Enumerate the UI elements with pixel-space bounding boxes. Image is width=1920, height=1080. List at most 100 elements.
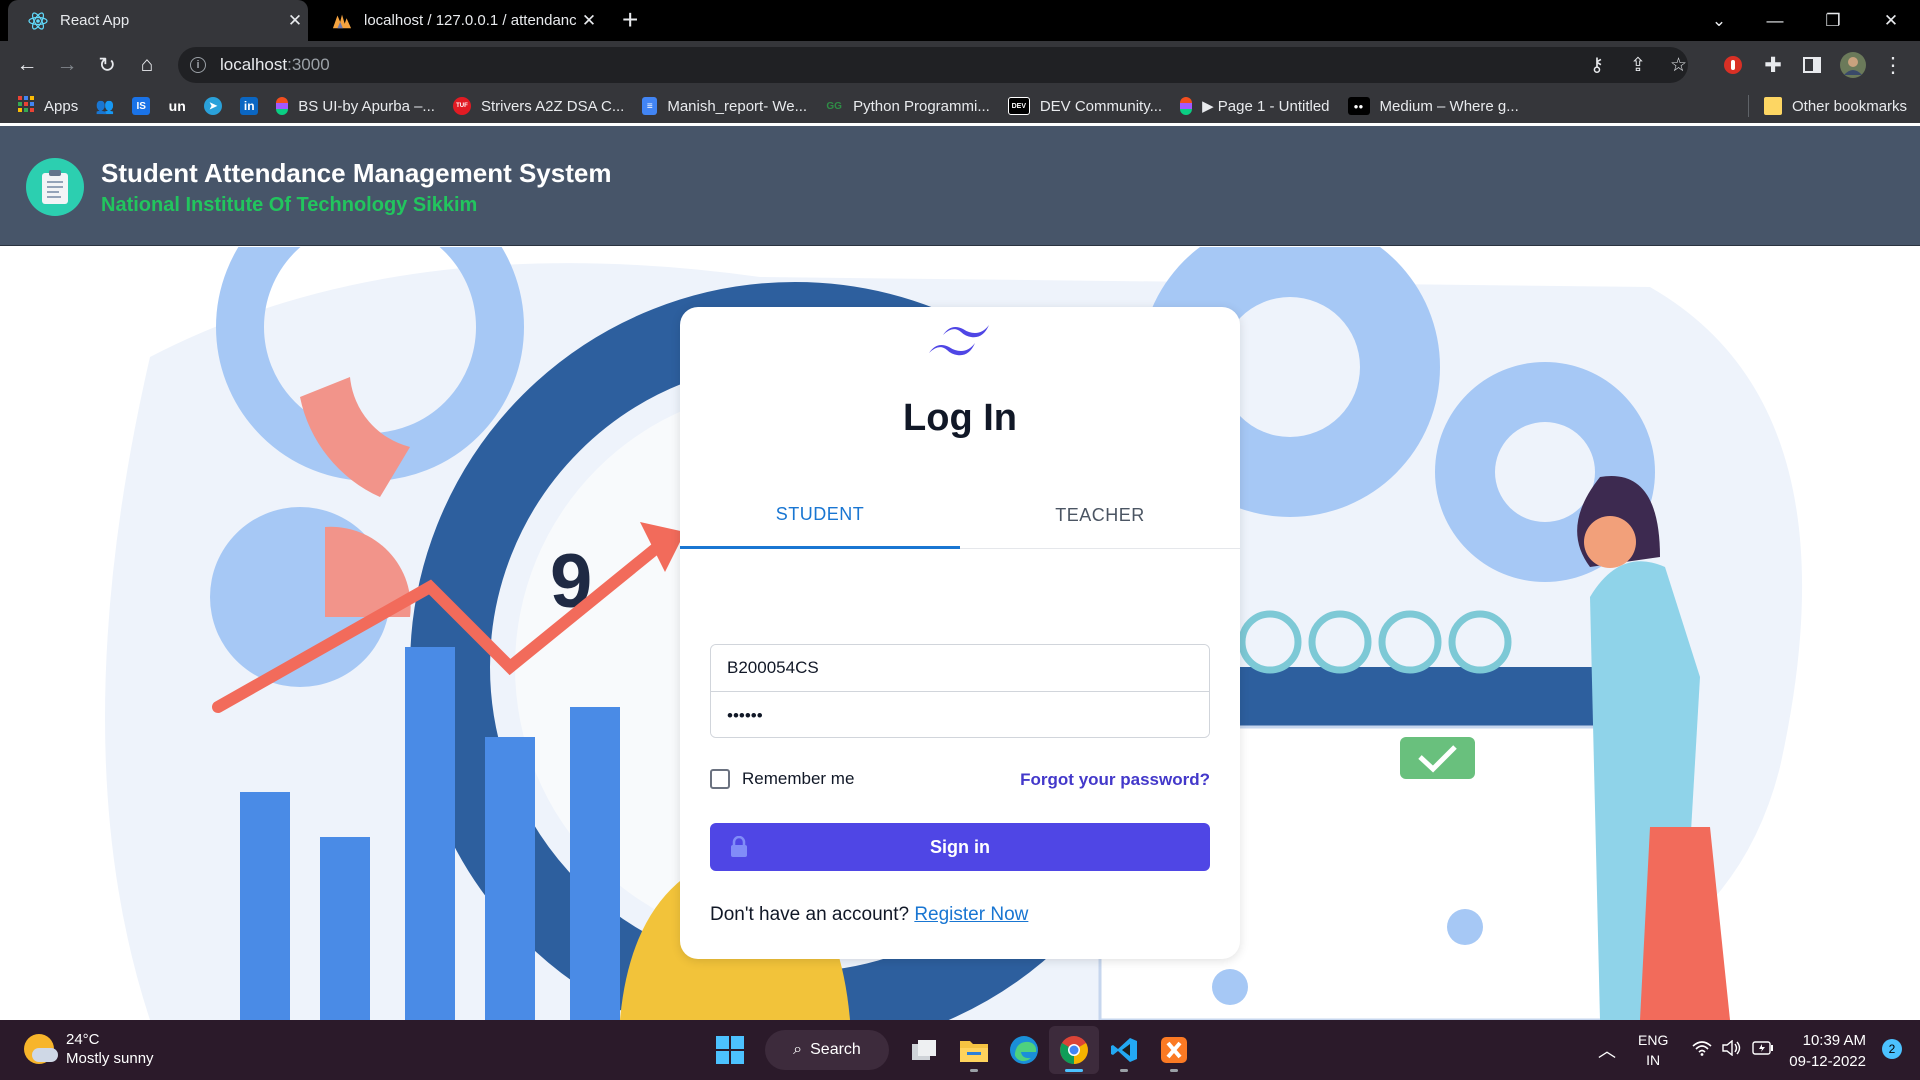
bookmark-label: ▶ Page 1 - Untitled (1202, 98, 1330, 115)
xampp-icon[interactable] (1149, 1026, 1199, 1074)
username-input[interactable] (711, 645, 1209, 692)
edge-browser-icon[interactable] (999, 1026, 1049, 1074)
share-icon[interactable]: ⇪ (1630, 47, 1646, 83)
browser-tab-react-app[interactable]: React App ✕ (8, 0, 308, 41)
close-tab-icon[interactable]: ✕ (576, 11, 602, 31)
url-text[interactable]: localhost:3000 (220, 55, 330, 75)
people-icon: 👥 (95, 98, 115, 115)
tab-teacher[interactable]: TEACHER (960, 482, 1240, 549)
search-label: Search (810, 1041, 861, 1058)
password-key-icon[interactable]: ⚷ (1590, 47, 1604, 83)
bookmark-star-icon[interactable]: ☆ (1670, 47, 1687, 83)
bookmark-label: BS UI-by Apurba –... (298, 97, 435, 115)
clock-date: 09-12-2022 (1789, 1053, 1866, 1070)
notification-badge[interactable]: 2 (1882, 1039, 1902, 1059)
task-view-icon[interactable] (899, 1026, 949, 1074)
chrome-menu-icon[interactable]: ⋮ (1878, 51, 1908, 79)
bookmark-telegram[interactable]: ➤ (204, 97, 223, 115)
bookmark-strivers[interactable]: TUF Strivers A2Z DSA C... (452, 97, 625, 115)
search-icon: ⌕ (793, 1041, 803, 1058)
bookmark-bs-ui[interactable]: BS UI-by Apurba –... (276, 97, 435, 115)
remember-me-label: Remember me (742, 769, 855, 788)
clock[interactable]: 10:39 AM 09-12-2022 (1789, 1030, 1866, 1072)
minimize-button[interactable]: — (1746, 0, 1804, 41)
system-tray: ︿ ENG IN (1598, 1020, 1774, 1080)
bookmark-label: Manish_report- We... (667, 97, 808, 115)
bookmark-people[interactable]: 👥 (95, 97, 115, 115)
back-arrow-icon[interactable]: ← (12, 51, 42, 79)
chrome-icon[interactable] (1049, 1026, 1099, 1074)
apps-grid-icon (18, 96, 34, 116)
side-panel-icon[interactable] (1797, 51, 1827, 79)
register-prompt: Don't have an account? Register Now (710, 904, 1029, 925)
bookmark-manish-report[interactable]: ≡ Manish_report- We... (642, 97, 807, 115)
weather-condition: Mostly sunny (66, 1050, 154, 1067)
partly-sunny-icon (24, 1034, 58, 1064)
tuf-icon: TUF (452, 97, 471, 115)
browser-tab-phpmyadmin[interactable]: localhost / 127.0.0.1 / attendance ✕ (312, 0, 602, 41)
site-info-icon[interactable]: i (190, 57, 206, 73)
battery-icon[interactable] (1752, 1041, 1774, 1059)
bookmark-un[interactable]: un (168, 97, 186, 115)
bookmark-figma-page[interactable]: ▶ Page 1 - Untitled (1180, 97, 1330, 115)
browser-tab-strip: React App ✕ localhost / 127.0.0.1 / atte… (0, 0, 1920, 41)
bookmark-linkedin[interactable]: in (240, 97, 259, 115)
un-icon: un (168, 98, 186, 114)
file-explorer-icon[interactable] (949, 1026, 999, 1074)
bookmark-apps[interactable]: Apps (18, 96, 78, 116)
bookmark-other[interactable]: Other bookmarks (1764, 97, 1907, 115)
login-card: Log In STUDENT TEACHER Remember me Forgo… (680, 307, 1240, 959)
bookmark-label: Strivers A2Z DSA C... (480, 97, 625, 115)
home-icon[interactable]: ⌂ (132, 51, 162, 79)
vscode-icon[interactable] (1099, 1026, 1149, 1074)
phpmyadmin-icon (332, 11, 352, 31)
bookmark-label: Apps (44, 97, 79, 115)
role-tabs: STUDENT TEACHER (680, 482, 1240, 549)
extensions-puzzle-icon[interactable]: ✚ (1758, 51, 1788, 79)
medium-icon: ●● (1347, 97, 1370, 115)
bookmarks-bar: Apps 👥 IS un ➤ in BS UI-by Apurba –... T… (0, 89, 1920, 123)
volume-icon[interactable] (1722, 1039, 1742, 1060)
bookmark-dev[interactable]: DEV DEV Community... (1007, 97, 1163, 115)
start-windows-icon[interactable] (705, 1026, 755, 1074)
register-now-link[interactable]: Register Now (914, 904, 1028, 925)
address-bar[interactable]: i localhost:3000 (178, 47, 1688, 83)
login-heading: Log In (903, 397, 1017, 439)
bookmark-medium[interactable]: ●● Medium – Where g... (1347, 97, 1519, 115)
remember-me[interactable]: Remember me (710, 769, 854, 789)
wifi-icon[interactable] (1692, 1040, 1712, 1060)
new-tab-button[interactable]: + (622, 6, 638, 34)
bookmark-is[interactable]: IS (132, 97, 151, 115)
bookmark-python[interactable]: GG Python Programmi... (825, 97, 990, 115)
sign-in-button[interactable]: Sign in (710, 823, 1210, 871)
gfg-icon: GG (826, 100, 842, 112)
restore-button[interactable]: ❐ (1804, 0, 1862, 41)
password-input[interactable] (711, 692, 1209, 737)
taskbar-apps: ⌕ Search (705, 1026, 1199, 1074)
bookmark-label: Medium – Where g... (1379, 97, 1519, 115)
clock-time: 10:39 AM (1802, 1032, 1866, 1049)
reload-icon[interactable]: ↻ (92, 51, 122, 79)
close-tab-icon[interactable]: ✕ (282, 11, 308, 31)
browser-toolbar: ← → ↻ ⌂ i localhost:3000 ⚷ ⇪ ☆ ✚ ⋮ (0, 41, 1920, 89)
forward-arrow-icon[interactable]: → (52, 51, 82, 79)
bookmark-label: Python Programmi... (853, 97, 990, 115)
tray-chevron-up-icon[interactable]: ︿ (1598, 1037, 1616, 1063)
dev-icon: DEV (1007, 97, 1030, 115)
language-indicator[interactable]: ENG IN (1638, 1030, 1668, 1070)
bookmark-divider (1748, 95, 1749, 117)
app-subtitle: National Institute Of Technology Sikkim (101, 194, 478, 216)
profile-avatar[interactable] (1838, 51, 1868, 79)
extension-red-icon[interactable] (1718, 51, 1748, 79)
figma-icon (276, 97, 289, 115)
telegram-icon: ➤ (204, 97, 223, 115)
remember-me-checkbox[interactable] (710, 769, 730, 789)
forgot-password-link[interactable]: Forgot your password? (1020, 770, 1210, 790)
close-window-button[interactable]: ✕ (1862, 0, 1920, 41)
taskbar-search[interactable]: ⌕ Search (765, 1030, 889, 1070)
weather-widget[interactable]: 24°C Mostly sunny (24, 1030, 154, 1068)
tab-student[interactable]: STUDENT (680, 482, 960, 549)
lock-icon (730, 835, 748, 863)
bookmark-label: DEV Community... (1039, 97, 1163, 115)
tab-search-chevron-icon[interactable]: ⌄ (1690, 0, 1748, 41)
